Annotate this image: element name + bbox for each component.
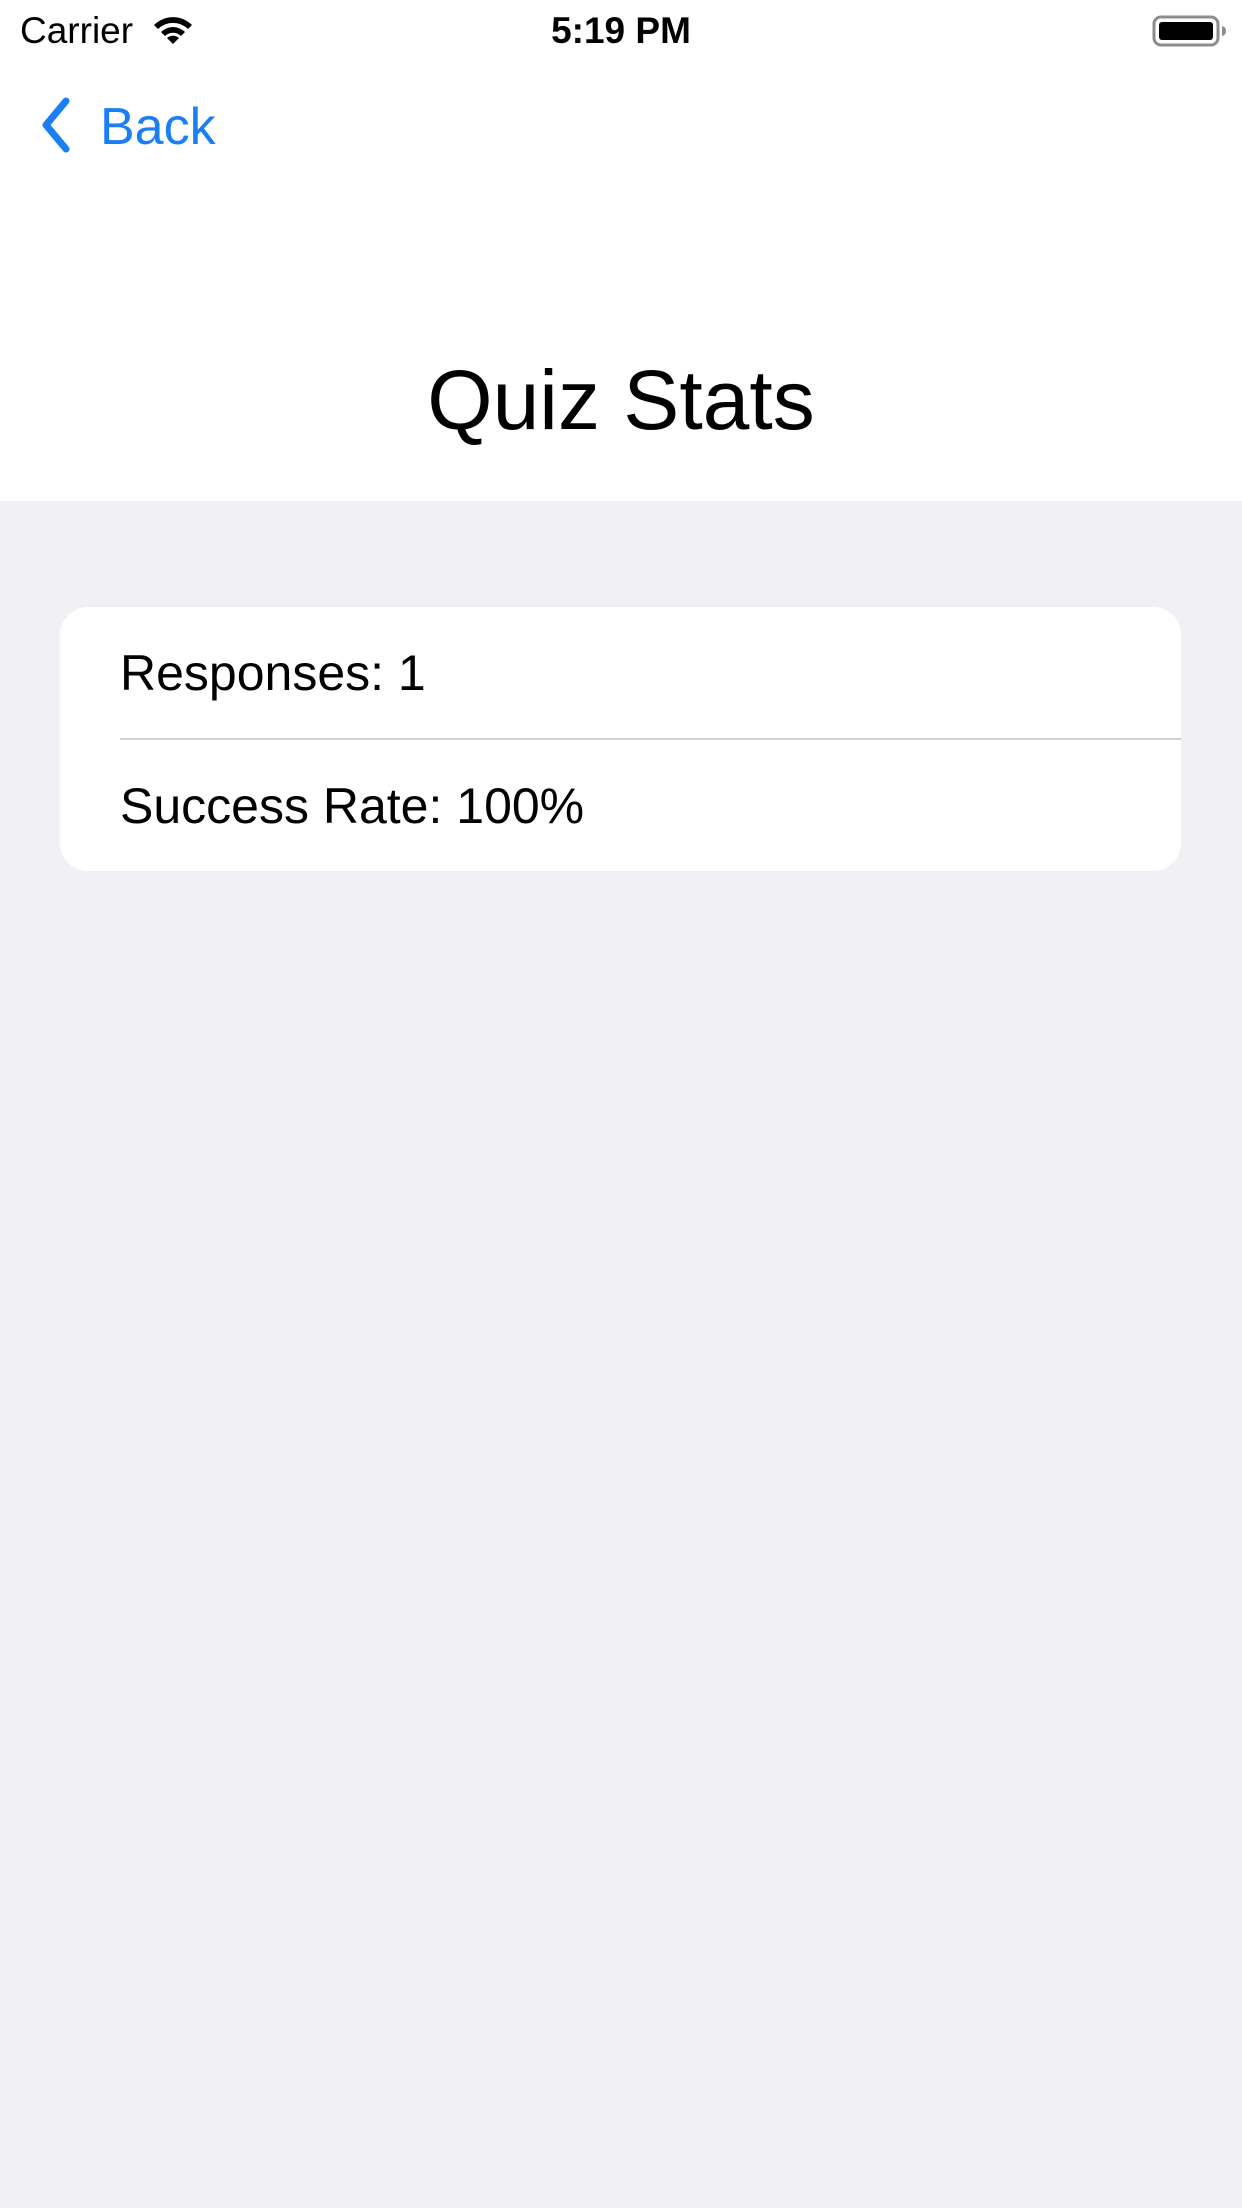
success-rate-label: Success Rate: 100%	[120, 777, 585, 834]
stats-card: Responses: 1 Success Rate: 100%	[60, 607, 1181, 871]
back-button[interactable]: Back	[36, 92, 216, 162]
success-rate-row: Success Rate: 100%	[120, 740, 1181, 871]
status-bar: Carrier 5:19 PM	[0, 0, 1242, 62]
responses-label: Responses: 1	[120, 644, 426, 701]
status-time: 5:19 PM	[551, 10, 691, 51]
page-title: Quiz Stats	[427, 353, 815, 447]
battery-icon	[1152, 14, 1228, 48]
chevron-left-icon	[36, 95, 100, 160]
responses-row: Responses: 1	[120, 607, 1181, 738]
back-button-label: Back	[100, 98, 216, 156]
